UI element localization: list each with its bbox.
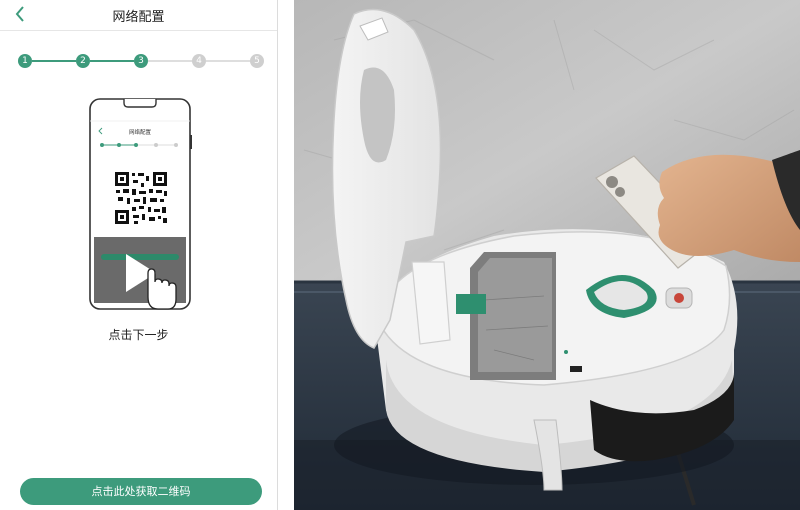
step-connector — [148, 60, 192, 62]
qr-code-icon — [114, 171, 168, 225]
phone-illustration: 网络配置 — [89, 98, 192, 310]
step-connector — [206, 60, 250, 62]
app-panel: 网络配置 1 2 3 4 5 网络配置 点击下一步 点击此处获取二维码 — [0, 0, 277, 510]
page-title: 网络配置 — [112, 10, 165, 25]
top-bar: 网络配置 — [0, 0, 277, 31]
step-connector — [32, 60, 76, 62]
instruction-text: 点击下一步 — [108, 328, 169, 342]
progress-stepper: 1 2 3 4 5 — [18, 54, 266, 68]
get-qr-code-button[interactable]: 点击此处获取二维码 — [20, 478, 262, 505]
step-4: 4 — [192, 54, 206, 68]
step-1: 1 — [18, 54, 32, 68]
step-connector — [90, 60, 134, 62]
step-5: 5 — [250, 54, 264, 68]
panel-divider — [277, 0, 278, 510]
step-2: 2 — [76, 54, 90, 68]
step-3: 3 — [134, 54, 148, 68]
robot-vacuum-photo — [294, 0, 800, 510]
mini-title: 网络配置 — [129, 128, 152, 136]
